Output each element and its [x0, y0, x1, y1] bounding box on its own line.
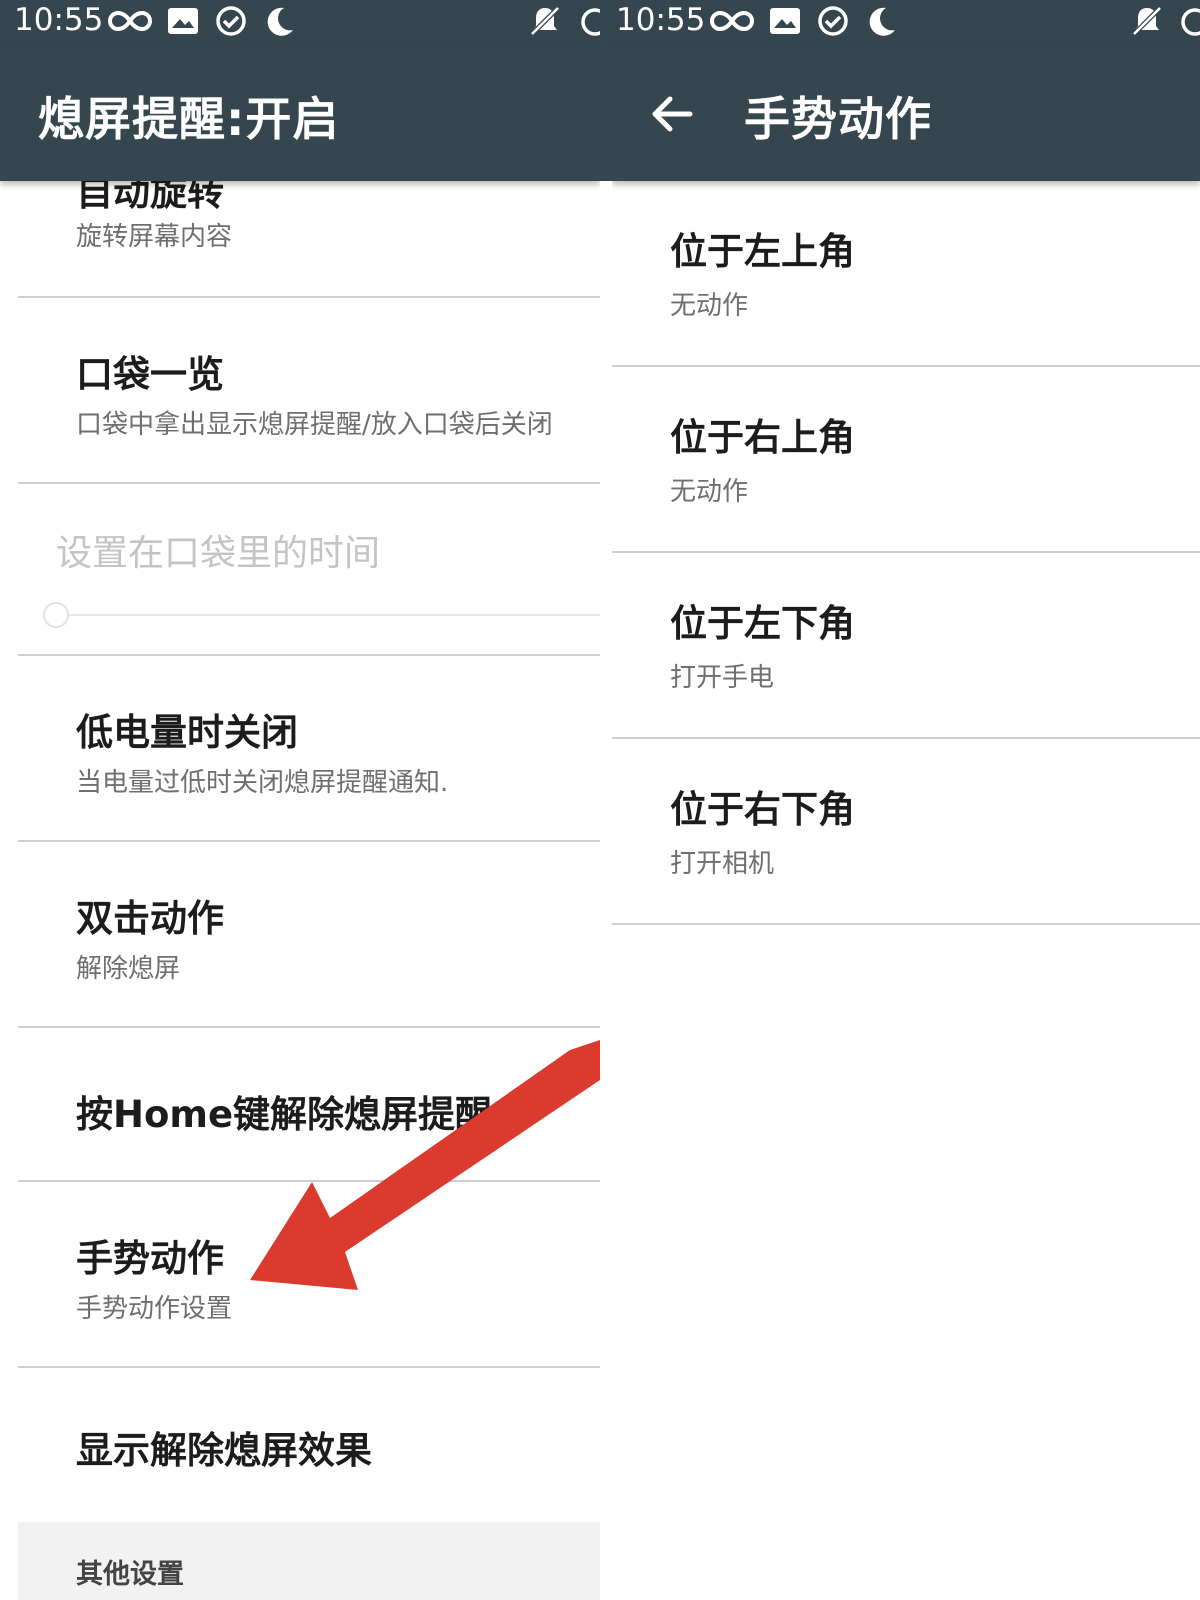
annotation-arrow	[250, 1040, 600, 1290]
left-screen: 10:55 熄屏提醒:开启 自动旋转 旋转屏幕内容 口袋一览 口袋中拿出显示熄屏…	[0, 0, 600, 1600]
back-arrow-icon[interactable]	[644, 87, 698, 141]
status-time: 10:55	[616, 2, 706, 38]
pocket-time-slider-track	[68, 614, 600, 616]
item-subtitle: 打开手电	[670, 663, 775, 693]
item-subtitle: 手势动作设置	[76, 1294, 233, 1324]
item-subtitle: 打开相机	[670, 849, 775, 879]
item-title-disabled: 设置在口袋里的时间	[56, 533, 381, 574]
app-bar: 熄屏提醒:开启	[0, 45, 600, 181]
app-bar: 手势动作	[612, 45, 1200, 181]
list-item-top-right[interactable]: 位于右上角 无动作	[612, 367, 1200, 551]
panel-gap	[600, 0, 612, 1600]
page-title: 手势动作	[744, 92, 932, 146]
check-circle-icon	[818, 6, 848, 36]
image-notification-icon	[168, 8, 198, 34]
right-screen: 10:55 手势动作 位于左上角 无动作 位于右上角 无动作 位于左下角 打开手…	[612, 0, 1200, 1600]
status-time: 10:55	[14, 2, 104, 38]
item-title: 位于左下角	[670, 602, 855, 645]
moon-icon	[267, 7, 293, 36]
list-item-show-dismiss-effect[interactable]: 显示解除熄屏效果	[18, 1368, 600, 1522]
muted-bell-icon	[1132, 6, 1162, 36]
list-item-auto-rotate[interactable]: 自动旋转 旋转屏幕内容	[18, 162, 600, 292]
item-title: 低电量时关闭	[76, 711, 298, 754]
item-subtitle: 旋转屏幕内容	[76, 222, 233, 252]
item-subtitle: 无动作	[670, 291, 749, 321]
section-header-label: 其他设置	[76, 1559, 184, 1590]
item-title: 位于左上角	[670, 230, 855, 273]
item-title: 位于右下角	[670, 788, 855, 831]
infinity-icon	[710, 10, 754, 32]
status-bar: 10:55	[0, 0, 600, 45]
item-subtitle: 口袋中拿出显示熄屏提醒/放入口袋后关闭	[76, 410, 553, 440]
item-subtitle: 当电量过低时关闭熄屏提醒通知.	[76, 768, 449, 798]
alarm-icon	[1181, 8, 1200, 36]
pocket-time-slider-thumb	[43, 602, 69, 628]
page-title: 熄屏提醒:开启	[38, 92, 340, 146]
list-item-bottom-right[interactable]: 位于右下角 打开相机	[612, 739, 1200, 923]
image-notification-icon	[770, 8, 800, 34]
list-item-bottom-left[interactable]: 位于左下角 打开手电	[612, 553, 1200, 737]
moon-icon	[869, 7, 895, 36]
infinity-icon	[108, 10, 152, 32]
muted-bell-icon	[530, 6, 560, 36]
item-title: 双击动作	[76, 897, 224, 940]
list-item-top-left[interactable]: 位于左上角 无动作	[612, 181, 1200, 365]
item-title: 显示解除熄屏效果	[76, 1429, 372, 1472]
list-item-double-tap[interactable]: 双击动作 解除熄屏	[18, 842, 600, 1026]
status-bar: 10:55	[612, 0, 1200, 45]
item-title: 位于右上角	[670, 416, 855, 459]
list-item-low-battery[interactable]: 低电量时关闭 当电量过低时关闭熄屏提醒通知.	[18, 656, 600, 840]
list-item-pocket-mode[interactable]: 口袋一览 口袋中拿出显示熄屏提醒/放入口袋后关闭	[18, 298, 600, 482]
alarm-icon	[581, 8, 600, 36]
divider	[612, 923, 1200, 925]
item-title: 口袋一览	[76, 353, 224, 396]
item-title: 手势动作	[76, 1237, 224, 1280]
section-header-other: 其他设置	[18, 1522, 600, 1600]
item-subtitle: 解除熄屏	[76, 954, 181, 984]
list-item-pocket-time: 设置在口袋里的时间	[18, 484, 600, 654]
check-circle-icon	[216, 6, 246, 36]
item-subtitle: 无动作	[670, 477, 749, 507]
